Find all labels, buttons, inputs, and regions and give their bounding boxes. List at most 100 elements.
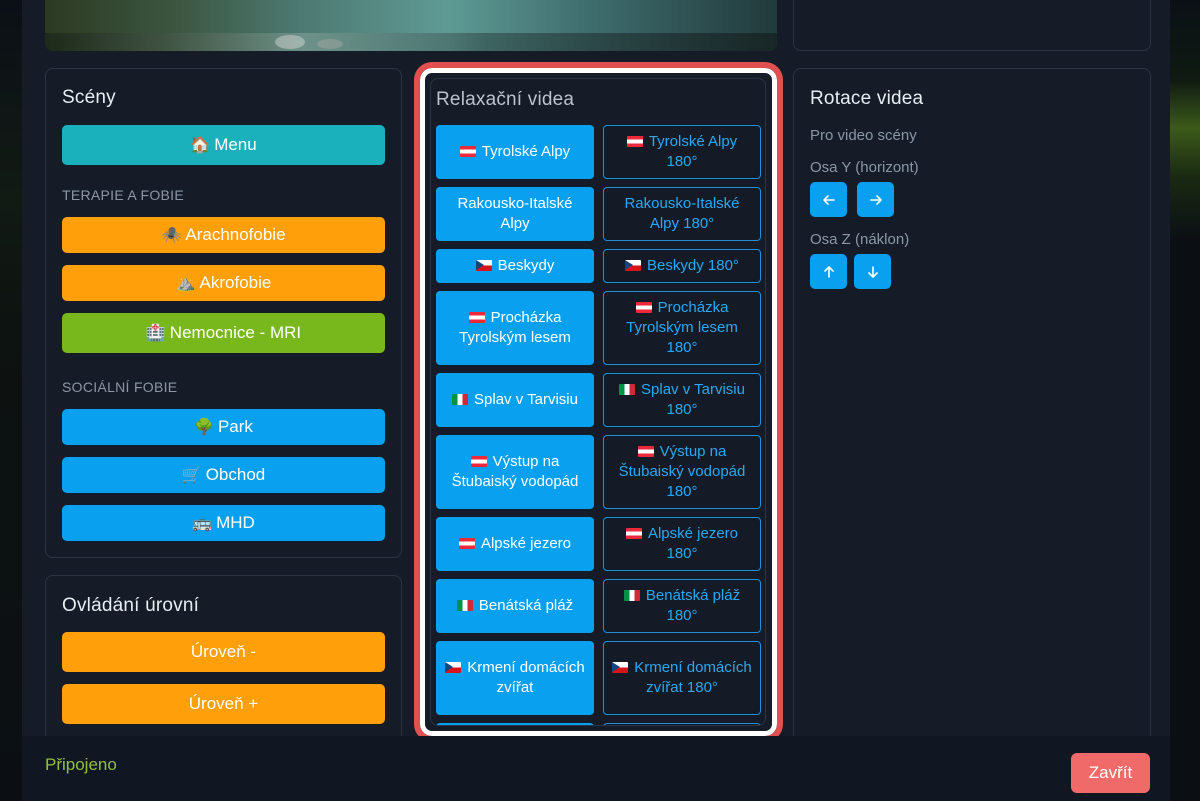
rotate-right-button[interactable] <box>857 182 894 217</box>
video-label-text: Tyrolské Alpy 180° <box>648 133 738 170</box>
level-decrease-button[interactable]: Úroveň - <box>62 632 385 672</box>
video-180-button-1[interactable]: Rakousko-Italské Alpy 180° <box>603 187 761 241</box>
arrow-down-icon <box>867 265 878 278</box>
rotate-left-button[interactable] <box>810 182 847 217</box>
video-180-button-0[interactable]: Tyrolské Alpy 180° <box>603 125 761 179</box>
flag-at-icon <box>635 302 652 313</box>
flag-at-icon <box>626 136 643 147</box>
tilt-down-button[interactable] <box>854 254 891 289</box>
video-label-text: Rakousko-Italské Alpy 180° <box>624 195 740 232</box>
shop-label: Obchod <box>205 465 266 484</box>
social-section-label: SOCIÁLNÍ FOBIE <box>62 379 178 395</box>
video-button-6[interactable]: Alpské jezero <box>436 517 594 571</box>
flag-at-icon <box>468 312 485 323</box>
video-button-3[interactable]: Procházka Tyrolským lesem <box>436 291 594 365</box>
transit-label: MHD <box>216 513 255 532</box>
video-button-2[interactable]: Beskydy <box>436 249 594 283</box>
flag-at-icon <box>625 528 642 539</box>
video-label-text: Tyrolské Alpy <box>481 143 571 160</box>
flag-it-icon <box>619 384 636 395</box>
arrow-right-icon <box>869 194 882 205</box>
video-label-text: Alpské jezero 180° <box>647 525 739 562</box>
levels-title: Ovládání úrovní <box>62 595 200 616</box>
level-increase-button[interactable]: Úroveň + <box>62 684 385 724</box>
video-label: Procházka Tyrolským lesem <box>442 308 588 348</box>
acrophobia-label: Akrofobie <box>199 273 272 292</box>
video-label: Alpské jezero 180° <box>610 524 754 564</box>
video-label: Beskydy 180° <box>625 256 739 276</box>
video-label: Krmení domácích zvířat <box>442 658 588 698</box>
tilt-up-button[interactable] <box>810 254 847 289</box>
therapy-section-label: TERAPIE A FOBIE <box>62 187 184 203</box>
video-button-0[interactable]: Tyrolské Alpy <box>436 125 594 179</box>
video-180-button-4[interactable]: Splav v Tarvisiu 180° <box>603 373 761 427</box>
house-icon: 🏠 <box>190 137 211 154</box>
video-label-text: Krmení domácích zvířat 180° <box>634 659 752 696</box>
flag-at-icon <box>458 538 475 549</box>
shop-button[interactable]: 🛒 Obchod <box>62 457 385 493</box>
bus-icon: 🚌 <box>192 515 213 532</box>
video-label: Beskydy <box>475 256 555 276</box>
video-label-text: Rakousko-Italské Alpy <box>457 195 573 232</box>
video-label-text: Beskydy 180° <box>647 257 739 274</box>
flag-at-icon <box>470 456 487 467</box>
video-button-4[interactable]: Splav v Tarvisiu <box>436 373 594 427</box>
flag-it-icon <box>623 590 640 601</box>
flag-it-icon <box>456 600 473 611</box>
acrophobia-button[interactable]: ⛰️ Akrofobie <box>62 265 385 301</box>
hospital-mri-button[interactable]: 🏥 Nemocnice - MRI <box>62 313 385 353</box>
relaxation-videos-card: Relaxační videa Tyrolské Alpy Tyrolské Al… <box>430 78 766 726</box>
video-label-text: Alpské jezero <box>480 535 572 552</box>
video-label: Splav v Tarvisiu 180° <box>610 380 754 420</box>
flag-at-icon <box>459 146 476 157</box>
video-label: Rakousko-Italské Alpy 180° <box>610 194 754 234</box>
axis-y-label: Osa Y (horizont) <box>810 159 919 176</box>
cart-icon: 🛒 <box>181 467 202 484</box>
video-button-1[interactable]: Rakousko-Italské Alpy <box>436 187 594 241</box>
video-180-button-6[interactable]: Alpské jezero 180° <box>603 517 761 571</box>
video-label-text: Splav v Tarvisiu <box>474 391 578 408</box>
arrow-left-icon <box>822 194 835 205</box>
arachnophobia-label: Arachnofobie <box>185 225 286 244</box>
arrow-up-icon <box>823 265 834 278</box>
backdrop-left <box>0 0 22 801</box>
video-button-5[interactable]: Výstup na Štubaiský vodopád <box>436 435 594 509</box>
menu-button[interactable]: 🏠 Menu <box>62 125 385 165</box>
rotation-card: Rotace videa Pro video scény Osa Y (hori… <box>793 68 1151 768</box>
video-180-button-2[interactable]: Beskydy 180° <box>603 249 761 283</box>
axis-z-label: Osa Z (náklon) <box>810 231 910 248</box>
top-right-panel <box>793 0 1151 51</box>
video-button-partial[interactable] <box>436 723 594 725</box>
video-180-button-partial[interactable] <box>603 723 761 725</box>
video-label-text: Benátská pláž <box>478 597 574 614</box>
video-label: Splav v Tarvisiu <box>452 390 578 410</box>
arachnophobia-button[interactable]: 🕷️ Arachnofobie <box>62 217 385 253</box>
close-button[interactable]: Zavřít <box>1071 753 1150 793</box>
video-180-button-7[interactable]: Benátská pláž 180° <box>603 579 761 633</box>
video-label-text: Benátská pláž 180° <box>645 587 741 624</box>
video-button-8[interactable]: Krmení domácích zvířat <box>436 641 594 715</box>
video-180-button-8[interactable]: Krmení domácích zvířat 180° <box>603 641 761 715</box>
flag-cz-icon <box>612 662 629 673</box>
hospital-mri-label: Nemocnice - MRI <box>169 323 302 342</box>
video-label: Rakousko-Italské Alpy <box>442 194 588 234</box>
video-button-7[interactable]: Benátská pláž <box>436 579 594 633</box>
hospital-icon: 🏥 <box>145 325 166 342</box>
tree-icon: 🌳 <box>194 419 214 436</box>
video-label-text: Krmení domácích zvířat <box>467 659 585 696</box>
video-180-button-3[interactable]: Procházka Tyrolským lesem 180° <box>603 291 761 365</box>
connection-status: Připojeno <box>45 755 117 774</box>
rotation-title: Rotace videa <box>810 88 924 109</box>
menu-button-label: Menu <box>214 135 257 154</box>
scene-preview-image <box>45 0 777 51</box>
rotation-subtitle: Pro video scény <box>810 127 917 144</box>
transit-button[interactable]: 🚌 MHD <box>62 505 385 541</box>
video-label: Krmení domácích zvířat 180° <box>610 658 754 698</box>
flag-cz-icon <box>445 662 462 673</box>
park-label: Park <box>217 417 253 436</box>
video-label-text: Beskydy <box>497 257 555 274</box>
scenes-title: Scény <box>62 87 116 108</box>
video-180-button-5[interactable]: Výstup na Štubaiský vodopád 180° <box>603 435 761 509</box>
park-button[interactable]: 🌳 Park <box>62 409 385 445</box>
video-label: Výstup na Štubaiský vodopád <box>442 452 588 492</box>
